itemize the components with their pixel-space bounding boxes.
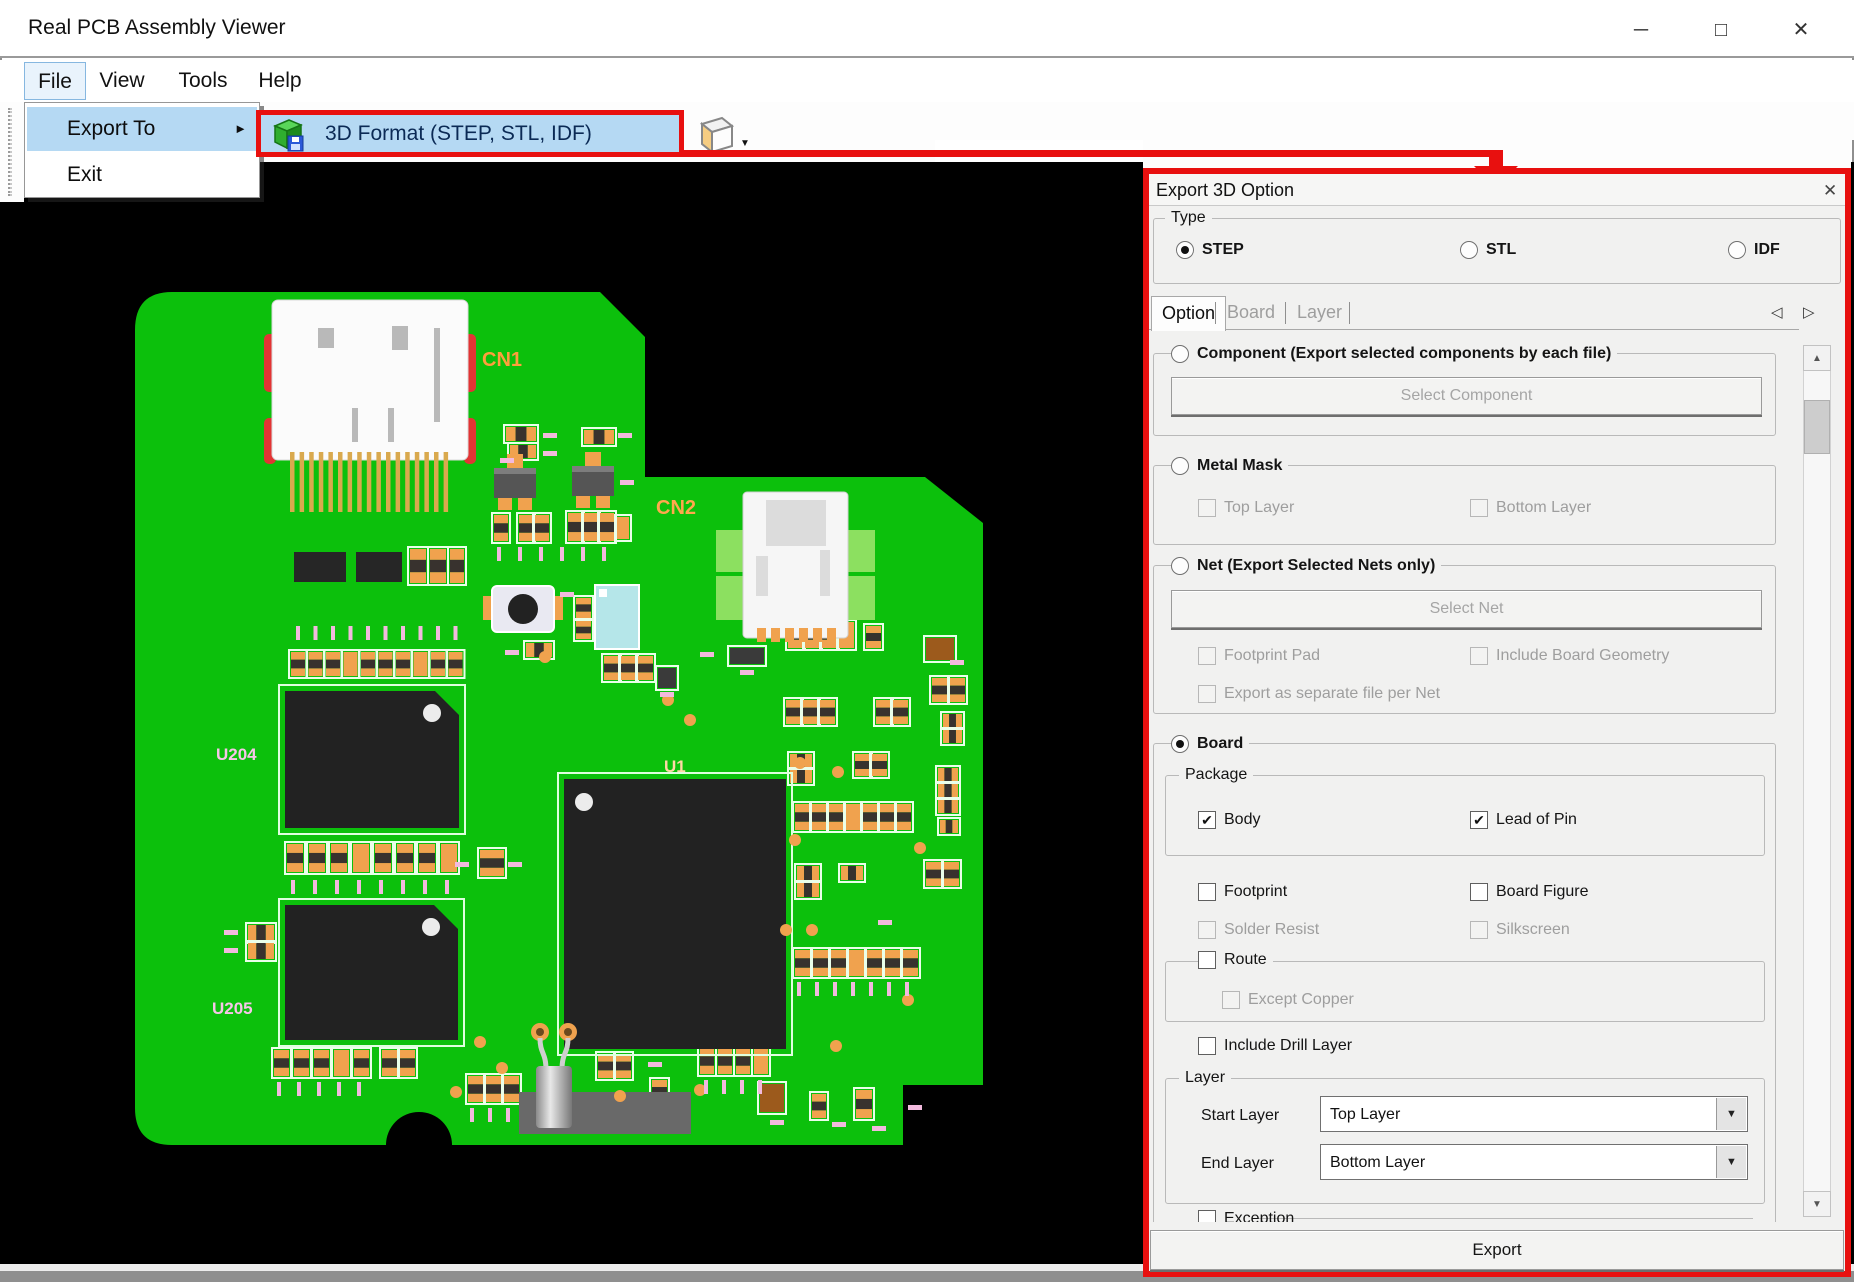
- checkbox-bottom-layer[interactable]: ✔Bottom Layer: [1470, 498, 1591, 518]
- checkbox-board-figure[interactable]: ✔Board Figure: [1470, 882, 1589, 902]
- radio-component[interactable]: Component (Export selected components by…: [1171, 344, 1617, 364]
- radio-stl[interactable]: STL: [1460, 240, 1516, 260]
- radio-metal-mask[interactable]: Metal Mask: [1171, 456, 1288, 476]
- tab-layer[interactable]: Layer: [1287, 296, 1352, 330]
- checkbox-lead-of-pin[interactable]: ✔Lead of Pin: [1470, 810, 1577, 830]
- radio-board[interactable]: Board: [1171, 734, 1249, 754]
- export-button[interactable]: Export: [1150, 1230, 1844, 1270]
- dialog-close-icon[interactable]: ✕: [1817, 178, 1841, 202]
- start-layer-label: Start Layer: [1201, 1106, 1279, 1126]
- end-layer-label: End Layer: [1201, 1154, 1274, 1174]
- menu-item-exit[interactable]: Exit: [27, 153, 257, 197]
- toolbar-more-icon[interactable]: ▼: [740, 138, 750, 149]
- checkbox-route[interactable]: ✔Route: [1198, 950, 1273, 970]
- tab-strip: Option Board Layer ◁ ▷: [1149, 294, 1799, 330]
- export-3d-option-dialog: Export 3D Option ✕ Type STEP STL IDF Opt…: [1143, 168, 1851, 1277]
- tab-prev-icon[interactable]: ◁: [1765, 302, 1789, 322]
- 3d-export-icon: [269, 116, 305, 152]
- radio-idf[interactable]: IDF: [1728, 240, 1780, 260]
- checkbox-except-copper[interactable]: ✔Except Copper: [1222, 990, 1354, 1010]
- minimize-button[interactable]: ─: [1612, 8, 1670, 50]
- checkbox-solder-resist[interactable]: ✔Solder Resist: [1198, 920, 1319, 940]
- radio-step[interactable]: STEP: [1176, 240, 1244, 260]
- checkbox-top-layer[interactable]: ✔Top Layer: [1198, 498, 1294, 518]
- dialog-title: Export 3D Option: [1156, 174, 1294, 206]
- close-button[interactable]: ✕: [1772, 8, 1830, 50]
- checkbox-footprint[interactable]: ✔Footprint: [1198, 882, 1287, 902]
- menu-tools[interactable]: Tools: [172, 62, 234, 100]
- toolbar-gripper[interactable]: [8, 108, 12, 196]
- radio-net[interactable]: Net (Export Selected Nets only): [1171, 556, 1441, 576]
- exception-group-line: [1253, 1218, 1753, 1219]
- package-group-label: Package: [1179, 766, 1253, 784]
- scroll-down-icon[interactable]: ▼: [1803, 1191, 1831, 1217]
- scrollbar-track[interactable]: [1803, 345, 1831, 1217]
- checkbox-footprint-pad[interactable]: ✔Footprint Pad: [1198, 646, 1320, 666]
- checkbox-silkscreen[interactable]: ✔Silkscreen: [1470, 920, 1570, 940]
- layer-group-label: Layer: [1179, 1069, 1231, 1087]
- application-window: CN1CN2U204U1U205 Real PCB Assembly Viewe…: [0, 0, 1854, 1282]
- scrollbar-thumb[interactable]: [1804, 400, 1830, 454]
- export-submenu: 3D Format (STEP, STL, IDF): [256, 110, 684, 157]
- checkbox-body[interactable]: ✔Body: [1198, 810, 1260, 830]
- tab-next-icon[interactable]: ▷: [1797, 302, 1821, 322]
- annotation-arrow-line: [680, 150, 1503, 157]
- maximize-button[interactable]: □: [1692, 8, 1750, 50]
- checkbox-exception[interactable]: ✔Exception: [1198, 1209, 1294, 1222]
- select-net-button[interactable]: Select Net: [1171, 590, 1762, 628]
- select-component-button[interactable]: Select Component: [1171, 377, 1762, 415]
- menu-item-export-to[interactable]: Export To ►: [27, 107, 257, 151]
- scroll-up-icon[interactable]: ▲: [1803, 345, 1831, 371]
- start-layer-dropdown[interactable]: Top Layer ▼: [1320, 1096, 1748, 1132]
- combo-arrow-icon[interactable]: ▼: [1716, 1146, 1746, 1178]
- checkbox-export-separate-file[interactable]: ✔Export as separate file per Net: [1198, 684, 1440, 704]
- menu-view[interactable]: View: [94, 62, 150, 100]
- end-layer-dropdown[interactable]: Bottom Layer ▼: [1320, 1144, 1748, 1180]
- checkbox-include-drill-layer[interactable]: ✔Include Drill Layer: [1198, 1036, 1352, 1056]
- title-bar: Real PCB Assembly Viewer ─ □ ✕: [0, 0, 1854, 58]
- dialog-title-bar[interactable]: Export 3D Option: [1149, 174, 1845, 206]
- option-tab-page: Component (Export selected components by…: [1149, 338, 1801, 1222]
- menu-help[interactable]: Help: [252, 62, 308, 100]
- window-title: Real PCB Assembly Viewer: [28, 0, 286, 56]
- toolbar-dock: [0, 102, 24, 202]
- type-group-label: Type: [1165, 209, 1212, 227]
- tab-board[interactable]: Board: [1217, 296, 1285, 330]
- submenu-item-3d-format[interactable]: 3D Format (STEP, STL, IDF): [325, 115, 592, 152]
- submenu-arrow-icon: ►: [234, 107, 247, 151]
- checkbox-include-board-geometry[interactable]: ✔Include Board Geometry: [1470, 646, 1669, 666]
- file-menu-dropdown: Export To ► Exit: [24, 102, 260, 198]
- combo-arrow-icon[interactable]: ▼: [1716, 1098, 1746, 1130]
- menu-file[interactable]: File: [24, 62, 86, 100]
- menu-bar: File View Tools Help: [0, 60, 1854, 102]
